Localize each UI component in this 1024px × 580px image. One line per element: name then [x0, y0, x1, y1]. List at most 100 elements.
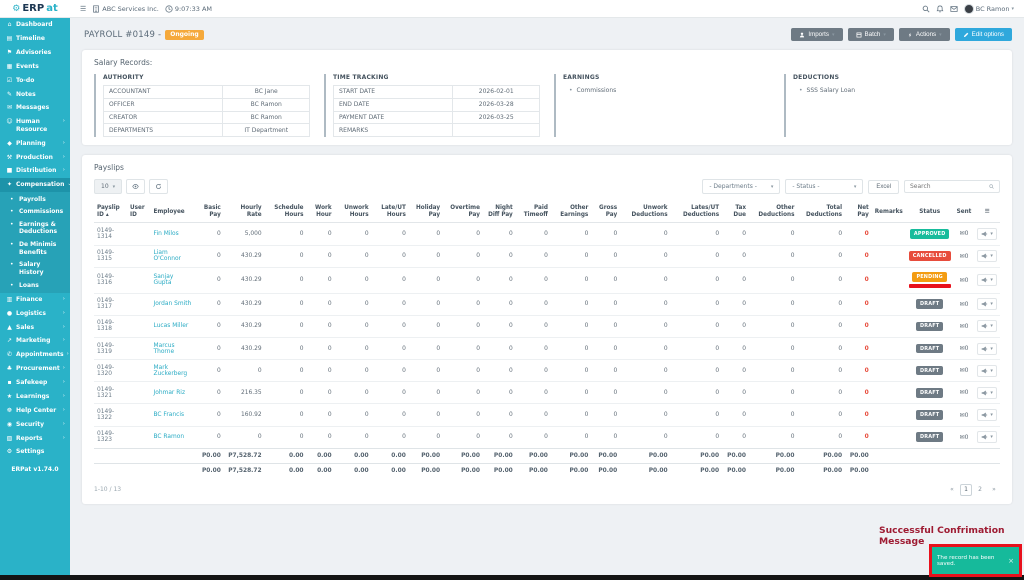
summary-value-cell: P0.00 — [550, 462, 592, 478]
sidebar-item-safekeep[interactable]: ▪ Safekeep › — [0, 376, 70, 390]
departments-filter-select[interactable]: - Departments - ▾ — [702, 179, 781, 195]
row-actions-button[interactable]: ▾ — [977, 409, 997, 422]
column-header-gross-pay: Gross Pay — [591, 202, 621, 224]
row-actions-button[interactable]: ▾ — [977, 342, 997, 355]
sidebar-subitem-commissions[interactable]: • Commissions — [0, 206, 70, 219]
next-page-button[interactable]: » — [988, 484, 1000, 496]
sidebar-subitem-payrolls[interactable]: • Payrolls — [0, 193, 70, 206]
page-size-select[interactable]: 10 ▾ — [94, 179, 123, 195]
sidebar-item-production[interactable]: ⚒ Production › — [0, 150, 70, 164]
sent-cell[interactable]: ✉0 — [953, 244, 975, 268]
sent-cell[interactable]: ✉0 — [953, 314, 975, 338]
employee-link[interactable]: Jordan Smith — [154, 301, 192, 307]
sidebar-subitem-de-minimis-benefits[interactable]: • De Minimis Benefits — [0, 239, 70, 259]
sent-cell[interactable]: ✉0 — [953, 292, 975, 316]
submenu-compensation: • Payrolls • Commissions • Earnings & Deducti… — [0, 192, 70, 293]
sidebar-item-sales[interactable]: ▲ Sales › — [0, 320, 70, 334]
numeric-cell: 0 — [749, 222, 798, 246]
hamburger-menu-icon[interactable]: ☰ — [80, 5, 86, 13]
employee-link[interactable]: Marcus Thorne — [154, 343, 175, 355]
employee-link[interactable]: Fin Milos — [154, 231, 179, 237]
sidebar-item-appointments[interactable]: ✆ Appointments › — [0, 348, 70, 362]
user-name: BC Ramon — [975, 4, 1010, 13]
sidebar-subitem-loans[interactable]: • Loans — [0, 279, 70, 292]
sidebar-item-finance[interactable]: ▥ Finance › — [0, 293, 70, 307]
sent-cell[interactable]: ✉0 — [953, 403, 975, 427]
sidebar-subitem-salary-history[interactable]: • Salary History — [0, 259, 70, 279]
sidebar-subitem-earnings-deductions[interactable]: • Earnings & Deductions — [0, 218, 70, 238]
summary-value-cell: P0.00 — [797, 447, 846, 464]
employee-link[interactable]: BC Ramon — [154, 434, 185, 440]
chevron-right-icon: › — [62, 118, 65, 125]
numeric-cell: 0 — [482, 403, 516, 427]
row-actions-button[interactable]: ▾ — [977, 364, 997, 377]
employee-link[interactable]: Mark Zuckerberg — [154, 365, 188, 377]
sidebar-item-to-do[interactable]: ☑ To-do — [0, 74, 70, 88]
column-header-remarks: Remarks — [871, 202, 906, 224]
batch-button[interactable]: Batch ▾ — [847, 28, 894, 41]
user-menu[interactable]: BC Ramon ▾ — [963, 3, 1014, 14]
row-actions-button[interactable]: ▾ — [977, 274, 997, 287]
row-actions-button[interactable]: ▾ — [977, 298, 997, 311]
sidebar-item-learnings[interactable]: ★ Learnings › — [0, 390, 70, 404]
employee-link[interactable]: Lucas Miller — [154, 323, 189, 329]
sidebar-item-messages[interactable]: ✉ Messages — [0, 101, 70, 115]
row-actions-button[interactable]: ▾ — [977, 320, 997, 333]
sidebar-item-help-center[interactable]: ☸ Help Center › — [0, 404, 70, 418]
sent-cell[interactable]: ✉0 — [953, 381, 975, 404]
net-pay-cell: 0 — [845, 314, 872, 338]
sidebar-item-distribution[interactable]: ■ Distribution › — [0, 164, 70, 178]
numeric-cell: 0 — [797, 336, 846, 360]
numeric-cell: 0 — [482, 222, 516, 246]
sidebar-item-settings[interactable]: ⚙ Settings — [0, 445, 70, 459]
sidebar-item-reports[interactable]: ▧ Reports › — [0, 431, 70, 445]
page-button-1[interactable]: 1 — [960, 483, 972, 496]
refresh-button[interactable] — [149, 179, 169, 195]
sidebar-item-logistics[interactable]: ● Logistics › — [0, 307, 70, 321]
company-selector[interactable]: ABC Services Inc. — [92, 5, 159, 13]
employee-link[interactable]: Liam O'Connor — [154, 250, 181, 262]
numeric-cell: 0 — [515, 266, 551, 294]
sidebar-item-planning[interactable]: ◆ Planning › — [0, 137, 70, 151]
row-actions-button[interactable]: ▾ — [977, 250, 997, 263]
sent-cell[interactable]: ✉0 — [953, 359, 975, 382]
edit-options-button[interactable]: Edit options — [954, 28, 1012, 41]
sidebar-item-security[interactable]: ◉ Security › — [0, 418, 70, 432]
sidebar-item-procurement[interactable]: ♣ Procurement › — [0, 362, 70, 376]
notifications-bell-icon[interactable] — [936, 5, 944, 13]
sidebar-item-notes[interactable]: ✎ Notes — [0, 87, 70, 101]
row-actions-button[interactable]: ▾ — [977, 227, 997, 240]
status-filter-select[interactable]: - Status - ▾ — [785, 179, 864, 195]
sidebar-item-events[interactable]: ▦ Events — [0, 60, 70, 74]
sidebar-item-marketing[interactable]: ↗ Marketing › — [0, 334, 70, 348]
prev-page-button[interactable]: « — [946, 484, 958, 496]
sent-cell[interactable]: ✉0 — [953, 266, 975, 294]
excel-export-button[interactable]: Excel — [868, 179, 899, 194]
sidebar-item-timeline[interactable]: ▤ Timeline — [0, 32, 70, 46]
sent-cell[interactable]: ✉0 — [953, 222, 975, 246]
row-actions-button[interactable]: ▾ — [977, 431, 997, 444]
column-header-menu[interactable]: ☰ — [974, 202, 1000, 224]
employee-link[interactable]: BC Francis — [154, 412, 185, 418]
summary-value-cell: P7,528.72 — [223, 462, 265, 478]
page-button-2[interactable]: 2 — [974, 484, 986, 496]
employee-link[interactable]: Johmar Riz — [154, 390, 186, 396]
chevron-down-icon: ▾ — [853, 183, 857, 190]
sent-cell[interactable]: ✉0 — [953, 336, 975, 360]
search-input[interactable] — [910, 183, 985, 191]
employee-link[interactable]: Sanjay Gupta — [154, 274, 174, 286]
imports-button[interactable]: Imports ▾ — [791, 28, 843, 41]
row-actions-button[interactable]: ▾ — [977, 386, 997, 399]
sidebar-item-advisories[interactable]: ⚑ Advisories — [0, 46, 70, 60]
search-icon[interactable] — [922, 5, 930, 13]
sidebar-item-human-resource[interactable]: ☺ Human Resource › — [0, 115, 70, 136]
messages-mail-icon[interactable] — [950, 5, 958, 13]
column-header-payslip-id[interactable]: Payslip ID ▴ — [94, 202, 128, 224]
actions-button[interactable]: Actions ▾ — [898, 28, 950, 41]
toast-close-icon[interactable]: × — [1008, 557, 1014, 565]
app-logo[interactable]: ⚙ ERP at — [0, 0, 70, 18]
column-visibility-button[interactable] — [126, 179, 146, 195]
sent-cell[interactable]: ✉0 — [953, 425, 975, 449]
sidebar-item-dashboard[interactable]: ⌂ Dashboard — [0, 18, 70, 32]
sidebar-item-compensation[interactable]: ✦ Compensation ⌄ — [0, 178, 70, 192]
